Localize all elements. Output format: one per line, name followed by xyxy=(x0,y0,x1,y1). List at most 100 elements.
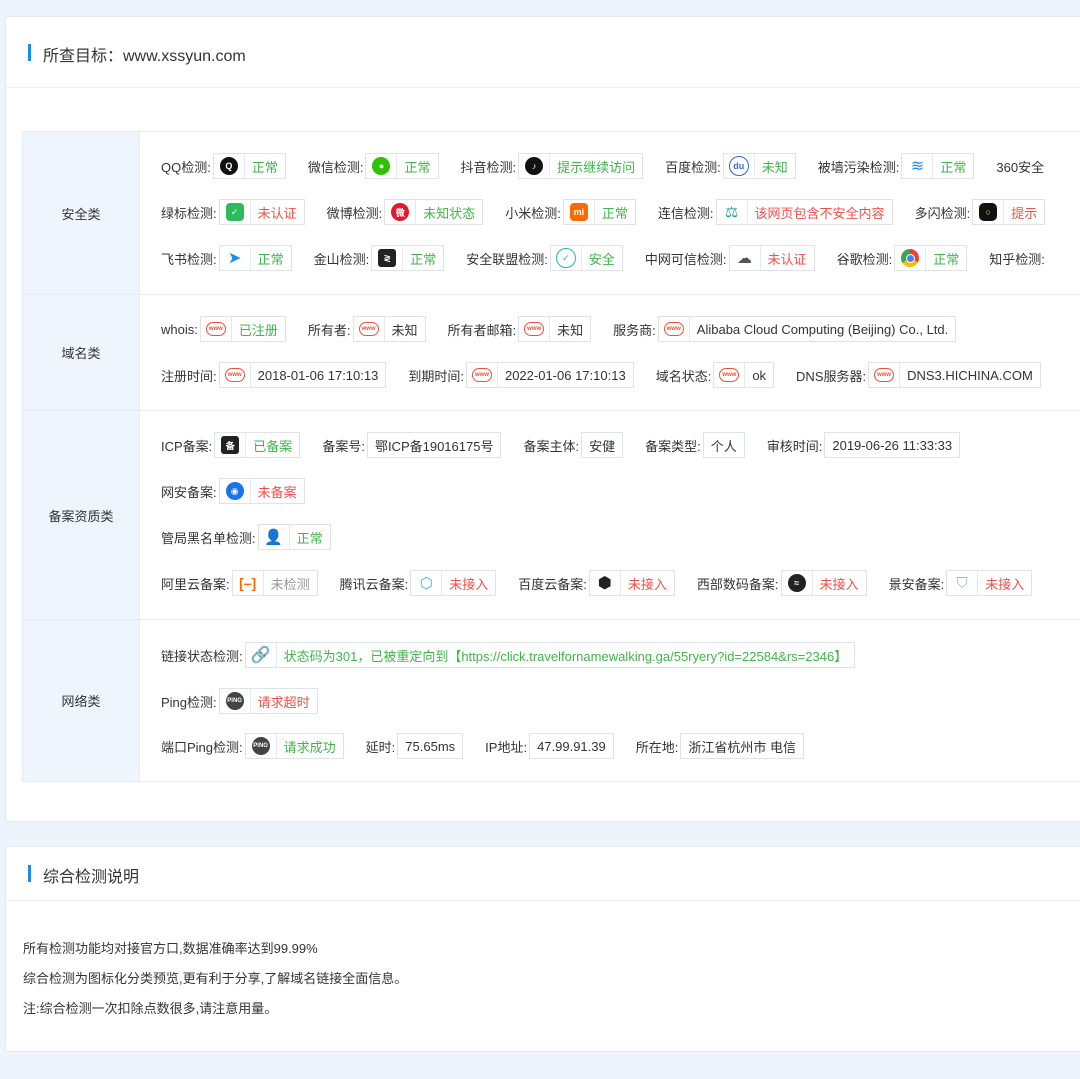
value-text: 75.65ms xyxy=(405,738,456,754)
row-network: 网络类 链接状态检测: 🔗 状态码为301，已被重定向到【https://click… xyxy=(23,620,1080,781)
field-label: Ping检测: xyxy=(161,694,217,710)
value-box: 鄂ICP备19016175号 xyxy=(366,432,502,458)
duoshan-icon: ○ xyxy=(973,200,1005,224)
field-label: ICP备案: xyxy=(161,438,213,454)
www-icon: www xyxy=(224,368,245,382)
field-line: 网安备案: ◉ 未备案 xyxy=(161,478,327,504)
net-link-status: 链接状态检测: 🔗 状态码为301，已被重定向到【https://click.tra… xyxy=(161,642,856,668)
ping-icon: PING xyxy=(225,692,244,710)
target-card: 所查目标：www.xssyun.com 安全类 QQ检测: Q 正常 微信检测: ● 正… xyxy=(5,16,1080,822)
value-box: ≷ 正常 xyxy=(371,245,445,271)
value-text: 正常 xyxy=(404,159,431,175)
check-google: 谷歌检测: 正常 xyxy=(837,245,968,271)
xiaomi-icon: mi xyxy=(564,200,595,224)
field-line: Ping检测: PING 请求超时 xyxy=(161,688,340,714)
net-location: 所在地: 浙江省杭州市 电信 xyxy=(636,733,804,759)
field-label: DNS服务器: xyxy=(796,368,867,384)
field-label: 备案类型: xyxy=(645,438,701,454)
qq-icon: Q xyxy=(214,154,245,178)
value-box: 2019-06-26 11:33:33 xyxy=(824,432,961,458)
value-box: PING 请求超时 xyxy=(218,688,318,714)
filing-tencent: 腾讯云备案: ⬡ 未接入 xyxy=(340,570,497,596)
value-text: 未接入 xyxy=(449,576,489,592)
value-box: ♪ 提示继续访问 xyxy=(518,153,644,179)
www-icon: www xyxy=(205,322,226,336)
link-icon: 🔗 xyxy=(246,643,277,667)
filing-type: 备案类型: 个人 xyxy=(645,432,745,458)
value-box: ≈ 未接入 xyxy=(780,570,867,596)
title-accent-bar xyxy=(28,865,31,882)
check-duoshan: 多闪检测: ○ 提示 xyxy=(915,199,1046,225)
police-emblem-icon: ◉ xyxy=(220,479,251,503)
value-box: ⛉ 未接入 xyxy=(946,570,1033,596)
police-badge-icon: 备 xyxy=(215,433,247,457)
icon-cell: www xyxy=(354,317,385,341)
value-box: ☁ 未认证 xyxy=(728,245,815,271)
field-label: 金山检测: xyxy=(313,251,370,267)
wechat-icon: ● xyxy=(366,154,398,178)
domain-status: 域名状态: www ok xyxy=(656,362,775,388)
value-text: 已备案 xyxy=(253,438,293,454)
field-label: 阿里云备案: xyxy=(161,576,230,592)
category-filing: 备案资质类 xyxy=(23,411,140,619)
value-box: 微未知状态 xyxy=(384,199,484,225)
field-label: 多闪检测: xyxy=(914,205,971,221)
net-ping: Ping检测: PING 请求超时 xyxy=(161,688,318,714)
net-ip: IP地址: 47.99.91.39 xyxy=(485,733,614,759)
field-label: 中网可信检测: xyxy=(644,251,727,267)
value-text: Alibaba Cloud Computing (Beijing) Co., L… xyxy=(696,321,949,337)
filing-icp-no: 备案号: 鄂ICP备19016175号 xyxy=(322,432,502,458)
field-label: 百度检测: xyxy=(665,159,721,175)
www-icon: www xyxy=(358,322,379,336)
icon-cell: www xyxy=(714,363,746,387)
domain-reg-time: 注册时间: www 2018-01-06 17:10:13 xyxy=(161,362,387,388)
field-label: 管局黑名单检测: xyxy=(161,530,256,546)
domain-owner-email: 所有者邮箱: www 未知 xyxy=(448,316,592,342)
www-icon: www xyxy=(524,322,545,336)
value-text: 2019-06-26 11:33:33 xyxy=(832,437,953,453)
value-text: 鄂ICP备19016175号 xyxy=(374,438,494,454)
value-text: 未接入 xyxy=(627,576,667,592)
value-text: 提示继续访问 xyxy=(557,159,636,175)
value-text: 未检测 xyxy=(270,576,310,592)
value-box: ○ 提示 xyxy=(972,199,1046,225)
check-wechat: 微信检测: ● 正常 xyxy=(308,153,439,179)
jingan-shield-icon: ⛉ xyxy=(947,571,979,595)
icon-cell: www xyxy=(659,317,690,341)
field-label: IP地址: xyxy=(485,739,528,755)
category-security: 安全类 xyxy=(23,132,140,294)
field-label: 景安备案: xyxy=(888,576,945,592)
field-line: 端口Ping检测: PING 请求成功 延时: 75.65ms IP地址: 47.99.… xyxy=(161,733,826,759)
value-text: 正常 xyxy=(601,205,628,221)
www-icon: www xyxy=(471,368,492,382)
note-line: 所有检测功能均对接官方口,数据准确率达到99.99% xyxy=(23,941,318,956)
filing-subject: 备案主体: 安健 xyxy=(523,432,624,458)
value-box: 备已备案 xyxy=(214,432,301,458)
value-text: 2022-01-06 17:10:13 xyxy=(504,367,626,383)
value-text: 未知 xyxy=(391,322,418,338)
value-box: [–] 未检测 xyxy=(231,570,318,596)
result-table: 安全类 QQ检测: Q 正常 微信检测: ● 正常 抖音检测: ♪ 提示继续访问 百度检测:… xyxy=(22,131,1080,782)
field-line: whois: www 已注册 所有者: www 未知 所有者邮箱: www 未知 服务商: w… xyxy=(161,316,978,342)
aliyun-icon: [–] xyxy=(233,571,264,595)
field-label: 端口Ping检测: xyxy=(161,739,243,755)
field-label: 绿标检测: xyxy=(161,205,217,221)
filing-aliyun: 阿里云备案: [–] 未检测 xyxy=(161,570,318,596)
field-label: 到期时间: xyxy=(408,368,464,384)
baidu-icon: du xyxy=(724,154,755,178)
value-text: DNS3.HICHINA.COM xyxy=(907,367,1033,383)
tencent-cloud-icon: ⬡ xyxy=(411,571,443,595)
domain-registrar: 服务商: www Alibaba Cloud Computing (Beijing)… xyxy=(613,316,957,342)
value-text: 正常 xyxy=(296,530,323,546)
icon-cell: PING xyxy=(246,734,277,758)
field-label: 抖音检测: xyxy=(460,159,517,175)
field-line: 管局黑名单检测: 👤 正常 xyxy=(161,524,353,550)
value-text: 未知 xyxy=(557,322,584,338)
check-kingsoft: 金山检测: ≷ 正常 xyxy=(314,245,445,271)
value-box: 👤 正常 xyxy=(257,524,331,550)
category-network: 网络类 xyxy=(23,620,140,781)
explanation-card-header: 综合检测说明 xyxy=(6,847,1080,901)
feishu-icon: ➤ xyxy=(220,246,251,270)
field-label: QQ检测: xyxy=(161,159,211,175)
check-xiaomi: 小米检测: mi 正常 xyxy=(505,199,636,225)
